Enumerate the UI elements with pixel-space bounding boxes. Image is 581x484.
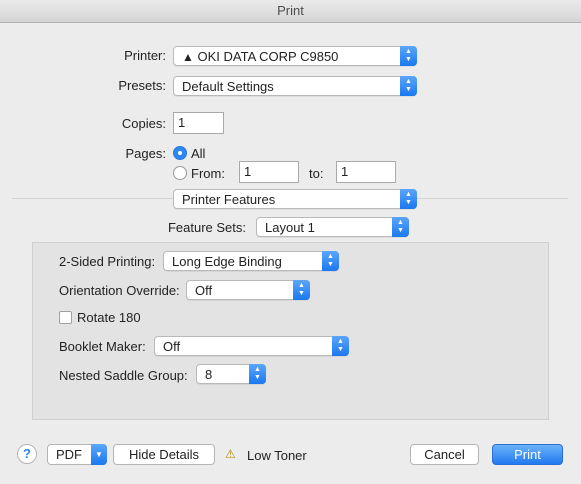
booklet-value: Off — [163, 339, 181, 354]
window-titlebar: Print — [0, 0, 581, 23]
pdf-label: PDF — [56, 447, 82, 462]
feature-sets-label: Feature Sets: — [167, 220, 246, 235]
pages-to-field[interactable]: 1 — [336, 161, 396, 183]
chevron-updown-icon: ▲ ▼ — [293, 280, 310, 300]
copies-label: Copies: — [121, 116, 166, 131]
pages-from-field[interactable]: 1 — [239, 161, 299, 183]
pages-to-label: to: — [309, 166, 324, 181]
warning-triangle-icon: ⚠ — [225, 447, 236, 461]
pages-from-radio[interactable] — [173, 166, 187, 180]
saddle-value: 8 — [205, 367, 213, 382]
presets-popup[interactable]: Default Settings ▲ ▼ — [173, 76, 417, 96]
printer-popup[interactable]: ▲ OKI DATA CORP C9850 ▲ ▼ — [173, 46, 417, 66]
chevron-updown-icon: ▲ ▼ — [332, 336, 349, 356]
section-popup[interactable]: Printer Features ▲ ▼ — [173, 189, 417, 209]
orientation-value: Off — [195, 283, 213, 298]
chevron-updown-icon: ▲ ▼ — [392, 217, 409, 237]
booklet-label: Booklet Maker: — [59, 339, 146, 354]
section-value: Printer Features — [182, 192, 276, 207]
chevron-updown-icon: ▲ ▼ — [400, 76, 417, 96]
help-button[interactable]: ? — [17, 444, 37, 464]
printer-value: OKI DATA CORP C9850 — [197, 49, 339, 64]
pages-label: Pages: — [125, 146, 166, 161]
presets-label: Presets: — [118, 78, 166, 93]
rotate-label: Rotate 180 — [77, 310, 141, 325]
presets-value: Default Settings — [182, 79, 274, 94]
pages-all-radio[interactable] — [173, 146, 187, 160]
chevron-updown-icon: ▲ ▼ — [400, 46, 417, 66]
pages-all-label: All — [191, 146, 206, 161]
chevron-updown-icon: ▲ ▼ — [322, 251, 339, 271]
saddle-popup[interactable]: 8 ▲ ▼ — [196, 364, 266, 384]
printer-label: Printer: — [124, 48, 166, 63]
chevron-updown-icon: ▲ ▼ — [249, 364, 266, 384]
status-text: Low Toner — [247, 448, 307, 463]
feature-sets-popup[interactable]: Layout 1 ▲ ▼ — [256, 217, 409, 237]
print-button[interactable]: Print — [492, 444, 563, 465]
cancel-button[interactable]: Cancel — [410, 444, 479, 465]
copies-field[interactable]: 1 — [173, 112, 224, 134]
pages-from-label: From: — [191, 166, 225, 181]
warning-triangle-icon: ▲ — [182, 50, 194, 64]
two-sided-popup[interactable]: Long Edge Binding ▲ ▼ — [163, 251, 339, 271]
saddle-label: Nested Saddle Group: — [59, 368, 188, 383]
feature-sets-value: Layout 1 — [265, 220, 315, 235]
two-sided-label: 2-Sided Printing: — [59, 254, 156, 269]
rotate-checkbox[interactable] — [59, 311, 72, 324]
orientation-label: Orientation Override: — [59, 283, 180, 298]
two-sided-value: Long Edge Binding — [172, 254, 282, 269]
hide-details-button[interactable]: Hide Details — [113, 444, 215, 465]
window-title: Print — [277, 3, 304, 18]
booklet-popup[interactable]: Off ▲ ▼ — [154, 336, 349, 356]
orientation-popup[interactable]: Off ▲ ▼ — [186, 280, 310, 300]
chevron-down-icon: ▼ — [91, 444, 107, 465]
pdf-menu-button[interactable]: PDF ▼ — [47, 444, 107, 465]
chevron-updown-icon: ▲ ▼ — [400, 189, 417, 209]
